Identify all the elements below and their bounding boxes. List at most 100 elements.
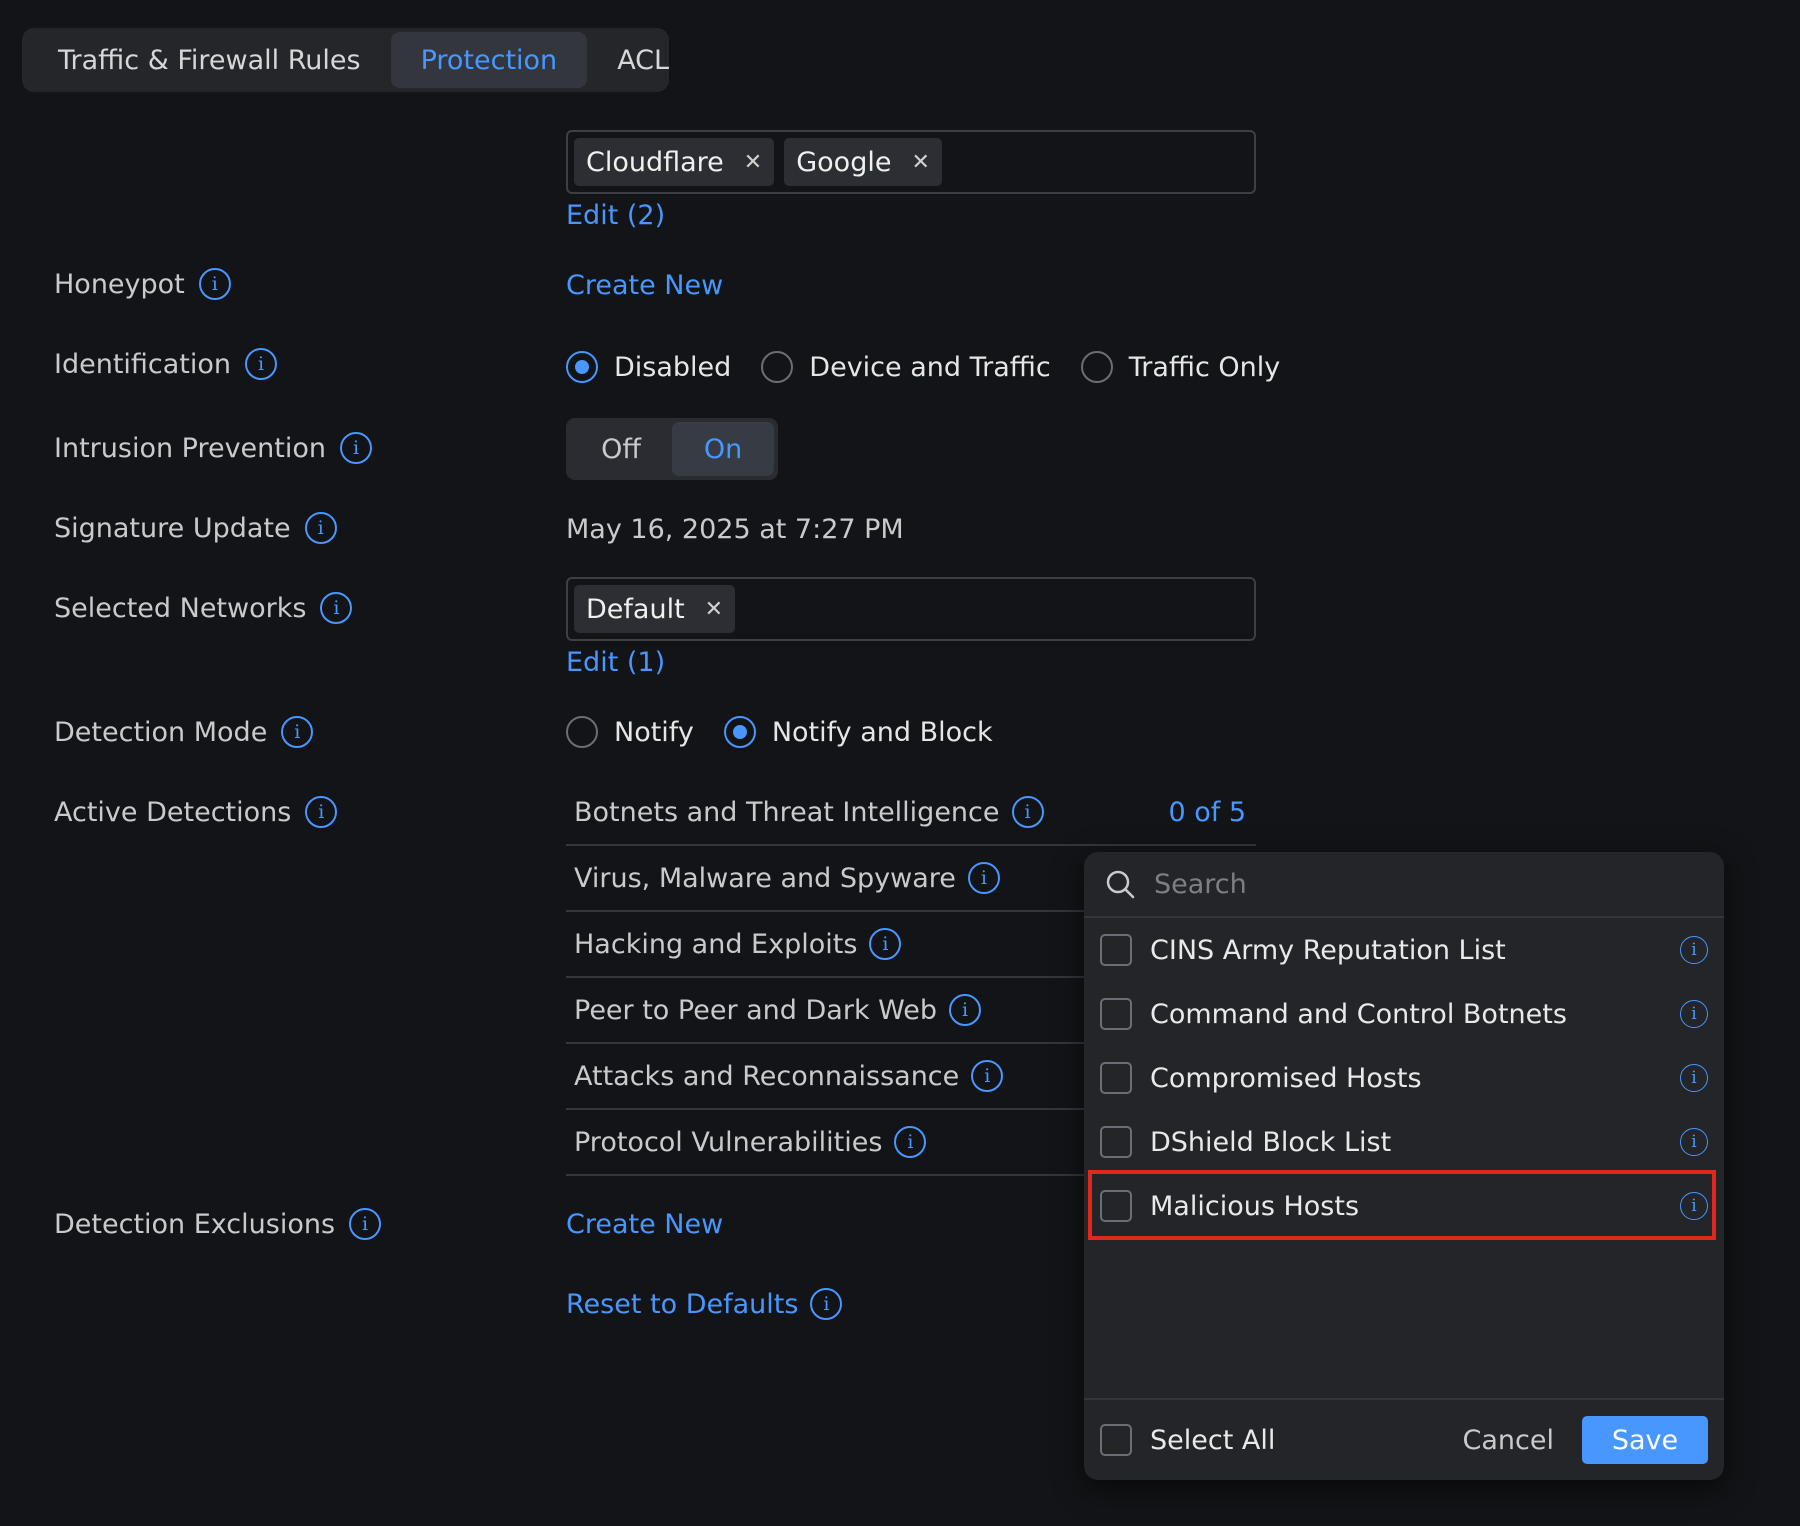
reset-to-defaults: Reset to Defaults [566,1288,843,1320]
checkbox[interactable] [1100,998,1132,1030]
label-text: Detection Mode [54,716,268,748]
toggle-off[interactable]: Off [570,422,672,476]
detection-exclusions-create-new-link[interactable]: Create New [566,1209,723,1240]
info-icon[interactable] [1680,1000,1708,1028]
edit-networks-link[interactable]: Edit (1) [566,647,665,678]
info-icon[interactable] [1680,1192,1708,1220]
radio-traffic-only[interactable]: Traffic Only [1080,351,1281,383]
tag-label: Default [586,593,685,625]
info-icon[interactable] [349,1208,382,1240]
tab-protection[interactable]: Protection [390,32,588,88]
signature-update-label: Signature Update [54,512,337,544]
checkbox[interactable] [1100,1424,1132,1456]
radio-notify-and-block[interactable]: Notify and Block [723,716,993,748]
label-text: Intrusion Prevention [54,432,327,464]
honeypot-create-new-link[interactable]: Create New [566,270,723,301]
detection-count[interactable]: 0 of 5 [1168,797,1246,828]
info-icon[interactable] [971,1060,1004,1092]
radio-indicator [566,351,598,383]
tag-cloudflare: Cloudflare ✕ [574,138,775,186]
intrusion-prevention-label: Intrusion Prevention [54,432,373,464]
option-label: Compromised Hosts [1150,1062,1422,1094]
radio-indicator [723,716,756,748]
edit-dns-providers-link[interactable]: Edit (2) [566,200,665,231]
info-icon[interactable] [894,1126,927,1158]
toggle-on[interactable]: On [672,422,774,476]
radio-label: Disabled [614,351,732,383]
detection-name: Peer to Peer and Dark Web [574,994,938,1026]
radio-device-and-traffic[interactable]: Device and Traffic [761,351,1051,383]
info-icon[interactable] [1680,936,1708,964]
detection-mode-radio-group: Notify Notify and Block [566,716,1023,748]
info-icon[interactable] [305,796,338,828]
option-cins-army[interactable]: CINS Army Reputation List [1084,918,1724,982]
label-text: Detection Exclusions [54,1208,336,1240]
info-icon[interactable] [198,268,231,300]
close-icon[interactable]: ✕ [744,150,762,175]
cancel-button[interactable]: Cancel [1463,1425,1554,1456]
info-icon[interactable] [1680,1064,1708,1092]
detection-name: Attacks and Reconnaissance [574,1060,960,1092]
option-malicious-hosts[interactable]: Malicious Hosts [1084,1174,1724,1238]
label-text: Identification [54,348,232,380]
checkbox[interactable] [1100,1190,1132,1222]
select-all-label: Select All [1150,1424,1276,1456]
close-icon[interactable]: ✕ [705,597,723,622]
detection-row-botnets[interactable]: Botnets and Threat Intelligence 0 of 5 [566,780,1256,846]
selected-networks-tag-input[interactable]: Default ✕ [566,577,1256,641]
radio-disabled[interactable]: Disabled [566,351,731,383]
signature-update-value: May 16, 2025 at 7:27 PM [566,514,904,545]
radio-label: Traffic Only [1128,351,1281,383]
tag-default: Default ✕ [574,585,736,633]
info-icon[interactable] [320,592,353,624]
checkbox[interactable] [1100,934,1132,966]
search-input[interactable] [1154,868,1674,900]
detection-mode-label: Detection Mode [54,716,314,748]
detection-name: Botnets and Threat Intelligence [574,796,1000,828]
reset-to-defaults-link[interactable]: Reset to Defaults [566,1289,798,1320]
save-button[interactable]: Save [1582,1416,1708,1464]
dns-provider-tag-input[interactable]: Cloudflare ✕ Google ✕ [566,130,1256,194]
info-icon[interactable] [304,512,337,544]
info-icon[interactable] [810,1288,843,1320]
option-compromised-hosts[interactable]: Compromised Hosts [1084,1046,1724,1110]
option-dshield-block-list[interactable]: DShield Block List [1084,1110,1724,1174]
tab-bar: Traffic & Firewall Rules Protection ACL [22,28,669,92]
close-icon[interactable]: ✕ [911,150,929,175]
search-icon [1106,870,1135,899]
info-icon[interactable] [967,862,1000,894]
info-icon[interactable] [245,348,278,380]
radio-indicator [761,351,794,383]
info-icon[interactable] [281,716,314,748]
identification-radio-group: Disabled Device and Traffic Traffic Only [566,351,1310,383]
checkbox[interactable] [1100,1126,1132,1158]
info-icon[interactable] [949,994,982,1026]
option-label: Command and Control Botnets [1150,998,1567,1030]
identification-label: Identification [54,348,278,380]
radio-notify[interactable]: Notify [566,716,694,748]
botnets-dropdown-popover: CINS Army Reputation List Command and Co… [1084,852,1724,1480]
info-icon[interactable] [340,432,373,464]
radio-indicator [1080,351,1113,383]
tag-label: Google [796,146,892,178]
radio-indicator [566,716,598,748]
label-text: Selected Networks [54,592,307,624]
tab-traffic-firewall-rules[interactable]: Traffic & Firewall Rules [28,32,391,88]
radio-label: Notify [614,716,694,748]
tag-google: Google ✕ [784,138,942,186]
popover-footer: Select All Cancel Save [1084,1398,1724,1480]
search-bar [1084,852,1724,918]
option-command-control-botnets[interactable]: Command and Control Botnets [1084,982,1724,1046]
option-label: DShield Block List [1150,1126,1392,1158]
detection-name: Virus, Malware and Spyware [574,862,956,894]
info-icon[interactable] [869,928,902,960]
select-all[interactable]: Select All [1100,1424,1275,1456]
checkbox[interactable] [1100,1062,1132,1094]
info-icon[interactable] [1680,1128,1708,1156]
honeypot-label: Honeypot [54,268,231,300]
tab-acl[interactable]: ACL [587,32,699,88]
info-icon[interactable] [1011,796,1044,828]
tag-label: Cloudflare [586,146,724,178]
detection-name: Protocol Vulnerabilities [574,1126,883,1158]
detection-exclusions-label: Detection Exclusions [54,1208,382,1240]
